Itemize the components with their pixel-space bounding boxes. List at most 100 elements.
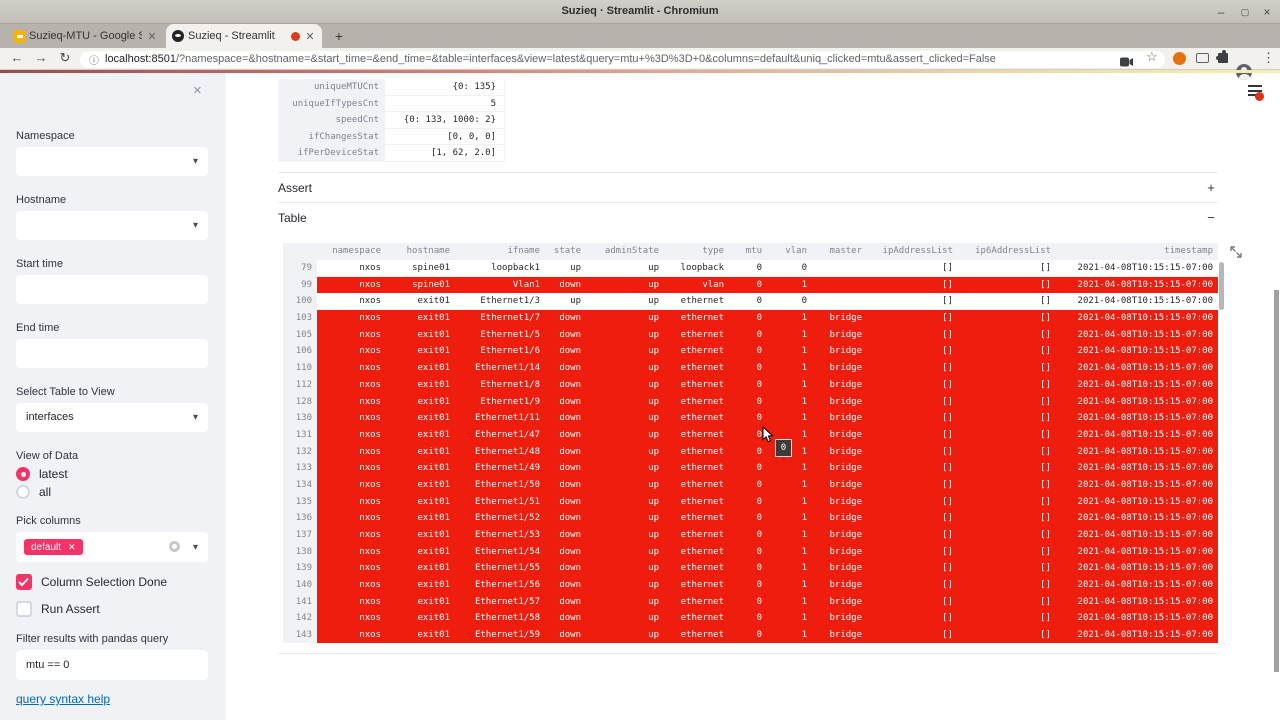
run-assert-label: Run Assert: [41, 602, 100, 616]
pick-columns-multiselect[interactable]: default ✕ ▾: [16, 532, 208, 562]
column-selection-done-checkbox[interactable]: [16, 574, 32, 590]
reload-icon[interactable]: ↻: [56, 50, 74, 66]
table-row: 140 nxos exit01 Ethernet1/56 down up ethernet 0…: [283, 577, 1225, 594]
browser-menu-icon[interactable]: ⋮: [1262, 50, 1275, 66]
table-row: 105 nxos exit01 Ethernet1/5 down up ethernet 0 1…: [283, 326, 1225, 344]
column-header: ip6AddressList: [958, 243, 1056, 260]
divider: [278, 172, 1218, 173]
bookmark-star-icon[interactable]: ☆: [1146, 50, 1158, 64]
back-icon[interactable]: ←: [8, 50, 26, 65]
namespace-select[interactable]: ▾: [16, 147, 208, 176]
selected-column-pill[interactable]: default ✕: [24, 539, 83, 555]
summary-row: uniqueMTUCnt {0: 135}: [278, 79, 505, 96]
table-row: 134 nxos exit01 Ethernet1/50 down up ethernet 0…: [283, 476, 1225, 494]
tab-close-icon[interactable]: ✕: [304, 30, 316, 43]
radio-latest-label: latest: [39, 467, 68, 481]
table-row: 141 nxos exit01 Ethernet1/57 down up ethernet 0…: [283, 593, 1225, 611]
mouse-cursor: [762, 425, 774, 448]
interfaces-dataframe[interactable]: namespace hostname ifname state adminState ty…: [283, 243, 1225, 643]
table-select[interactable]: interfaces ▾: [16, 403, 208, 432]
page-scrollbar[interactable]: [1274, 290, 1279, 672]
column-header: [283, 243, 317, 260]
radio-all[interactable]: [16, 485, 30, 499]
new-tab-button[interactable]: +: [330, 27, 348, 45]
table-row: 130 nxos exit01 Ethernet1/11 down up ethernet 0…: [283, 410, 1225, 427]
table-row: 128 nxos exit01 Ethernet1/9 down up ethernet 0 1…: [283, 393, 1225, 411]
dataframe-header-row: namespace hostname ifname state adminState ty…: [283, 243, 1225, 260]
end-time-input[interactable]: [16, 339, 208, 368]
assert-expander-label[interactable]: Assert: [278, 181, 312, 195]
tab-google-slides[interactable]: Suzieq-MTU - Google Slides ✕: [8, 24, 164, 48]
app-running-indicator-icon: [1255, 92, 1264, 101]
radio-latest[interactable]: [16, 467, 30, 481]
table-row: 132 nxos exit01 Ethernet1/48 down up ethernet 0…: [283, 443, 1225, 461]
view-of-data-label: View of Data: [16, 450, 79, 462]
hostname-label: Hostname: [16, 194, 67, 206]
table-row: 112 nxos exit01 Ethernet1/8 down up ethernet 0 1…: [283, 376, 1225, 394]
filter-query-input[interactable]: mtu == 0: [16, 650, 208, 680]
table-row: 103 nxos exit01 Ethernet1/7 down up ethernet 0 1…: [283, 310, 1225, 327]
table-row: 142 nxos exit01 Ethernet1/58 down up ethernet 0…: [283, 610, 1225, 628]
table-row: 106 nxos exit01 Ethernet1/6 down up ethernet 0 1…: [283, 343, 1225, 361]
query-syntax-help-link[interactable]: query syntax help: [16, 692, 110, 706]
chevron-down-icon: ▾: [192, 412, 198, 423]
cell-value-tooltip: 0: [775, 439, 792, 457]
start-time-input[interactable]: [16, 275, 208, 304]
site-info-icon[interactable]: ⓘ: [89, 52, 99, 67]
forward-icon[interactable]: →: [32, 50, 50, 65]
table-row: 136 nxos exit01 Ethernet1/52 down up ethernet 0…: [283, 510, 1225, 527]
start-time-label: Start time: [16, 258, 64, 270]
table-row: 99 nxos spine01 Vlan1 down up vlan 0 1[][] 2021-0…: [283, 276, 1225, 294]
end-time-label: End time: [16, 322, 60, 334]
pick-columns-label: Pick columns: [16, 515, 81, 527]
table-row: 100 nxos exit01 Ethernet1/3 up up ethernet 0 0[]…: [283, 293, 1225, 311]
assert-expand-icon[interactable]: +: [1204, 180, 1218, 195]
extensions-puzzle-icon[interactable]: [1215, 50, 1230, 64]
column-selection-done-label: Column Selection Done: [41, 575, 168, 589]
window-maximize-button[interactable]: ▢: [1236, 4, 1254, 20]
extension-orange-icon[interactable]: [1173, 52, 1186, 65]
summary-table: uniqueMTUCnt {0: 135} uniqueIfTypesCnt 5 spe…: [278, 79, 505, 162]
tab-close-icon[interactable]: ✕: [146, 30, 158, 43]
table-row: 139 nxos exit01 Ethernet1/55 down up ethernet 0…: [283, 560, 1225, 578]
filter-query-label: Filter results with pandas query: [16, 633, 169, 645]
window-close-button[interactable]: ×: [1258, 4, 1276, 20]
chevron-down-icon: ▾: [192, 542, 198, 553]
window-minimize-button[interactable]: –: [1212, 4, 1230, 20]
column-header: state: [545, 243, 586, 260]
window-title: Suzieq · Streamlit - Chromium: [561, 5, 719, 17]
table-collapse-icon[interactable]: −: [1204, 210, 1218, 225]
google-slides-favicon-icon: [14, 29, 25, 43]
pill-remove-icon[interactable]: ✕: [68, 542, 76, 553]
table-row: 133 nxos exit01 Ethernet1/49 down up ethernet 0…: [283, 460, 1225, 477]
sidebar: × Namespace ▾ Hostname ▾ Start time End …: [0, 73, 226, 720]
streamlit-favicon-icon: [172, 30, 184, 42]
divider: [278, 202, 1218, 203]
sidebar-close-icon[interactable]: ×: [193, 82, 202, 99]
fullscreen-expand-icon[interactable]: [1229, 245, 1243, 259]
hostname-select[interactable]: ▾: [16, 211, 208, 240]
dataframe-scrollbar[interactable]: [1219, 262, 1224, 310]
column-header: hostname: [386, 243, 455, 260]
address-bar[interactable]: ⓘ localhost:8501/?namespace=&hostname=&s…: [80, 50, 1165, 68]
window-titlebar: Suzieq · Streamlit - Chromium – ▢ ×: [0, 0, 1280, 24]
summary-row: speedCnt {0: 133, 1000: 2}: [278, 112, 505, 129]
table-row: 131 nxos exit01 Ethernet1/47 down up ethernet 0…: [283, 426, 1225, 444]
tab-streamlit-active[interactable]: Suzieq - Streamlit ✕: [166, 24, 322, 48]
chevron-down-icon: ▾: [192, 220, 198, 231]
browser-window: Suzieq · Streamlit - Chromium – ▢ × Suzi…: [0, 0, 1280, 720]
column-header: ifname: [455, 243, 545, 260]
extension-chat-icon[interactable]: [1196, 53, 1209, 63]
table-expander-label[interactable]: Table: [278, 211, 307, 225]
tab-title: Suzieq - Streamlit: [188, 30, 275, 42]
column-header: timestamp: [1056, 243, 1218, 260]
table-row: 138 nxos exit01 Ethernet1/54 down up ethernet 0…: [283, 543, 1225, 561]
table-select-label: Select Table to View: [16, 386, 115, 398]
clear-all-icon[interactable]: [169, 541, 180, 552]
dataframe-body: 79 nxos spine01 loopback1 up up loopback 0 0[][]…: [283, 260, 1225, 643]
tab-recording-indicator-icon: [291, 31, 300, 41]
column-header: type: [664, 243, 729, 260]
column-header: master: [812, 243, 867, 260]
summary-row: ifChangesStat [0, 0, 0]: [278, 128, 505, 146]
run-assert-checkbox[interactable]: [16, 601, 32, 617]
